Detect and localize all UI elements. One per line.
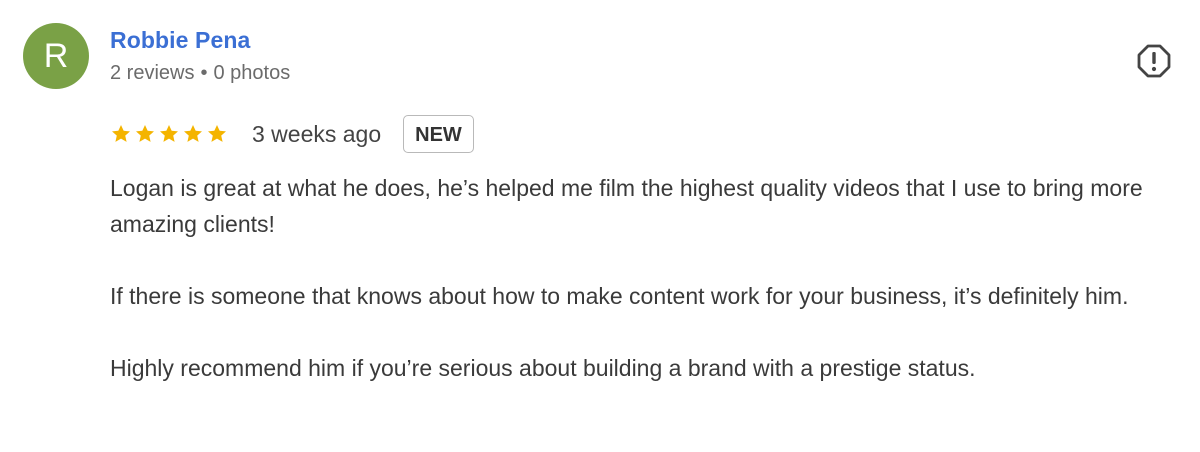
author-name[interactable]: Robbie Pena bbox=[110, 27, 250, 54]
star-icon bbox=[112, 125, 130, 142]
review-text: Logan is great at what he does, he’s hel… bbox=[110, 170, 1170, 386]
star-icon bbox=[208, 125, 226, 142]
photos-count: 0 photos bbox=[213, 62, 291, 84]
review-time: 3 weeks ago bbox=[252, 120, 382, 147]
review-paragraph: Highly recommend him if you’re serious a… bbox=[110, 355, 976, 381]
star-icon bbox=[160, 125, 178, 142]
review-card: R Robbie Pena 2 reviews • 0 photos 3 weeks… bbox=[0, 0, 1200, 452]
meta-separator: • bbox=[200, 62, 208, 84]
new-badge: NEW bbox=[403, 115, 474, 153]
avatar[interactable]: R bbox=[23, 23, 89, 89]
rating-row: 3 weeks ago NEW bbox=[110, 114, 474, 154]
review-paragraph: Logan is great at what he does, he’s hel… bbox=[110, 175, 1143, 237]
star-rating bbox=[110, 123, 228, 145]
reviews-count: 2 reviews bbox=[110, 62, 195, 84]
report-flag-icon[interactable] bbox=[1137, 44, 1171, 78]
star-icon bbox=[136, 125, 154, 142]
review-paragraph: If there is someone that knows about how… bbox=[110, 283, 1129, 309]
author-meta: 2 reviews • 0 photos bbox=[110, 62, 290, 85]
star-icon bbox=[184, 125, 202, 142]
